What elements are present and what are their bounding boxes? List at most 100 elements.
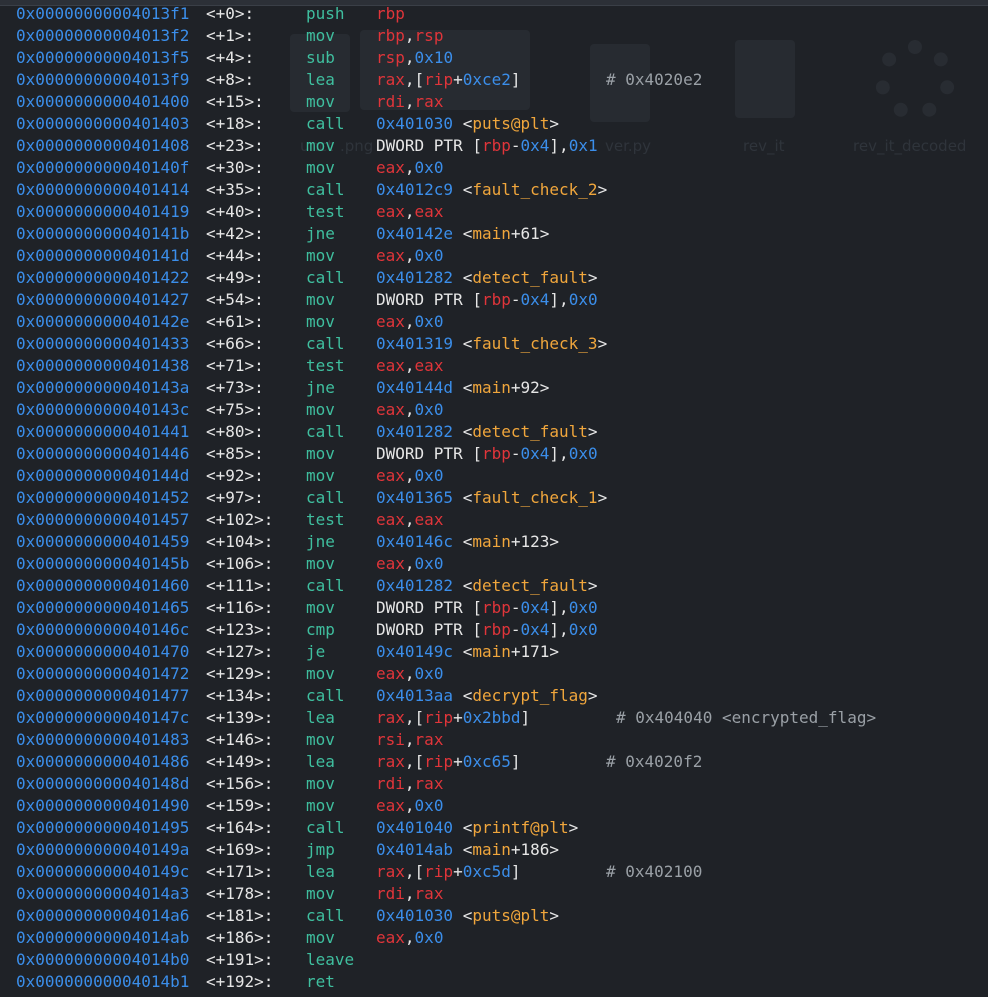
instruction-mnemonic: ret: [306, 972, 335, 991]
instruction-address: 0x00000000004013f2: [16, 26, 190, 45]
operand-token: eax: [376, 928, 405, 947]
instruction-offset: <+66>:: [206, 334, 264, 353]
instruction-mnemonic: mov: [306, 246, 335, 265]
operand-token: 0x4014ab: [376, 840, 454, 859]
desktop-file-label: ver.py: [605, 137, 652, 155]
instruction-mnemonic: mov: [306, 400, 335, 419]
operand-token: 0x4: [520, 290, 550, 309]
instruction-mnemonic: mov: [306, 136, 335, 155]
instruction-offset: <+0>:: [206, 4, 255, 23]
instruction-operands: 0x4014ab <main+186>: [376, 839, 559, 861]
instruction-operands: eax,0x0: [376, 663, 443, 685]
instruction-mnemonic: call: [306, 334, 345, 353]
operand-token: rbp: [376, 4, 405, 23]
operand-token: 0x0: [568, 598, 598, 617]
operand-token: rax: [376, 752, 405, 771]
operand-token: <: [453, 114, 473, 133]
instruction-mnemonic: leave: [306, 950, 355, 969]
instruction-address: 0x0000000000401457: [16, 510, 190, 529]
operand-token: rbp: [481, 444, 511, 463]
instruction-mnemonic: jne: [306, 224, 335, 243]
operand-token: rdi: [376, 92, 405, 111]
operand-token: decrypt_flag: [472, 686, 588, 705]
operand-token: eax: [414, 510, 444, 529]
instruction-address: 0x000000000040146c: [16, 620, 190, 639]
instruction-offset: <+49>:: [206, 268, 264, 287]
operand-token: fault_check_2: [472, 180, 598, 199]
operand-token: eax: [376, 554, 405, 573]
instruction-mnemonic: push: [306, 4, 345, 23]
operand-token: +171>: [510, 642, 560, 661]
operand-token: rbp: [481, 620, 511, 639]
instruction-mnemonic: mov: [306, 928, 335, 947]
instruction-operands: rax,[rip+0xc5d]: [376, 861, 521, 883]
operand-token: eax: [376, 796, 405, 815]
instruction-mnemonic: call: [306, 180, 345, 199]
operand-token: 0x401030: [376, 114, 454, 133]
operand-token: rip: [424, 708, 454, 727]
instruction-operands: rdi,rax: [376, 883, 443, 905]
instruction-mnemonic: mov: [306, 312, 335, 331]
instruction-address: 0x0000000000401459: [16, 532, 190, 551]
operand-token: ]: [510, 862, 521, 881]
instruction-address: 0x0000000000401465: [16, 598, 190, 617]
operand-token: ],: [549, 136, 569, 155]
operand-token: ,[: [404, 862, 425, 881]
operand-token: detect_fault: [472, 268, 588, 287]
operand-token: 0x40144d: [376, 378, 454, 397]
operand-token: 0x401319: [376, 334, 454, 353]
instruction-operands: rdi,rax: [376, 91, 443, 113]
operand-token: <: [453, 576, 473, 595]
instruction-operands: 0x401030 <puts@plt>: [376, 905, 559, 927]
instruction-offset: <+61>:: [206, 312, 264, 331]
instruction-offset: <+40>:: [206, 202, 264, 221]
instruction-mnemonic: test: [306, 202, 345, 221]
operand-token: 0x401365: [376, 488, 454, 507]
instruction-address: 0x0000000000401403: [16, 114, 190, 133]
instruction-operands: eax,0x0: [376, 553, 443, 575]
operand-token: 0x4: [520, 136, 550, 155]
operand-token: 0x10: [414, 48, 454, 67]
instruction-offset: <+73>:: [206, 378, 264, 397]
operand-token: eax: [376, 400, 405, 419]
instruction-operands: eax,eax: [376, 201, 443, 223]
operand-token: rax: [414, 92, 444, 111]
operand-token: <: [453, 334, 473, 353]
instruction-offset: <+30>:: [206, 158, 264, 177]
instruction-mnemonic: call: [306, 488, 345, 507]
instruction-comment: # 0x402100: [606, 862, 703, 881]
operand-token: rip: [424, 862, 454, 881]
operand-token: eax: [376, 312, 405, 331]
instruction-operands: rax,[rip+0xc65]: [376, 751, 521, 773]
instruction-operands: eax,eax: [376, 509, 443, 531]
operand-token: rsi: [376, 730, 405, 749]
operand-token: rsp: [376, 48, 405, 67]
instruction-offset: <+156>:: [206, 774, 274, 793]
operand-token: 0xc65: [462, 752, 511, 771]
instruction-offset: <+106>:: [206, 554, 274, 573]
instruction-offset: <+159>:: [206, 796, 274, 815]
instruction-mnemonic: mov: [306, 290, 335, 309]
instruction-offset: <+164>:: [206, 818, 274, 837]
instruction-address: 0x0000000000401400: [16, 92, 190, 111]
operand-token: -: [510, 620, 521, 639]
instruction-offset: <+104>:: [206, 532, 274, 551]
instruction-offset: <+15>:: [206, 92, 264, 111]
operand-token: ,: [404, 400, 415, 419]
operand-token: ,: [404, 246, 415, 265]
operand-token: ,: [404, 884, 415, 903]
instruction-address: 0x000000000040142e: [16, 312, 190, 331]
instruction-address: 0x0000000000401460: [16, 576, 190, 595]
operand-token: 0x0: [414, 554, 444, 573]
operand-token: ,: [404, 796, 415, 815]
instruction-offset: <+102>:: [206, 510, 274, 529]
instruction-mnemonic: jne: [306, 378, 335, 397]
operand-token: +: [453, 70, 463, 89]
operand-token: rbp: [481, 290, 511, 309]
instruction-address: 0x00000000004014b1: [16, 972, 190, 991]
instruction-address: 0x000000000040148d: [16, 774, 190, 793]
instruction-offset: <+54>:: [206, 290, 264, 309]
instruction-offset: <+80>:: [206, 422, 264, 441]
operand-token: >: [587, 686, 598, 705]
instruction-address: 0x00000000004014b0: [16, 950, 190, 969]
